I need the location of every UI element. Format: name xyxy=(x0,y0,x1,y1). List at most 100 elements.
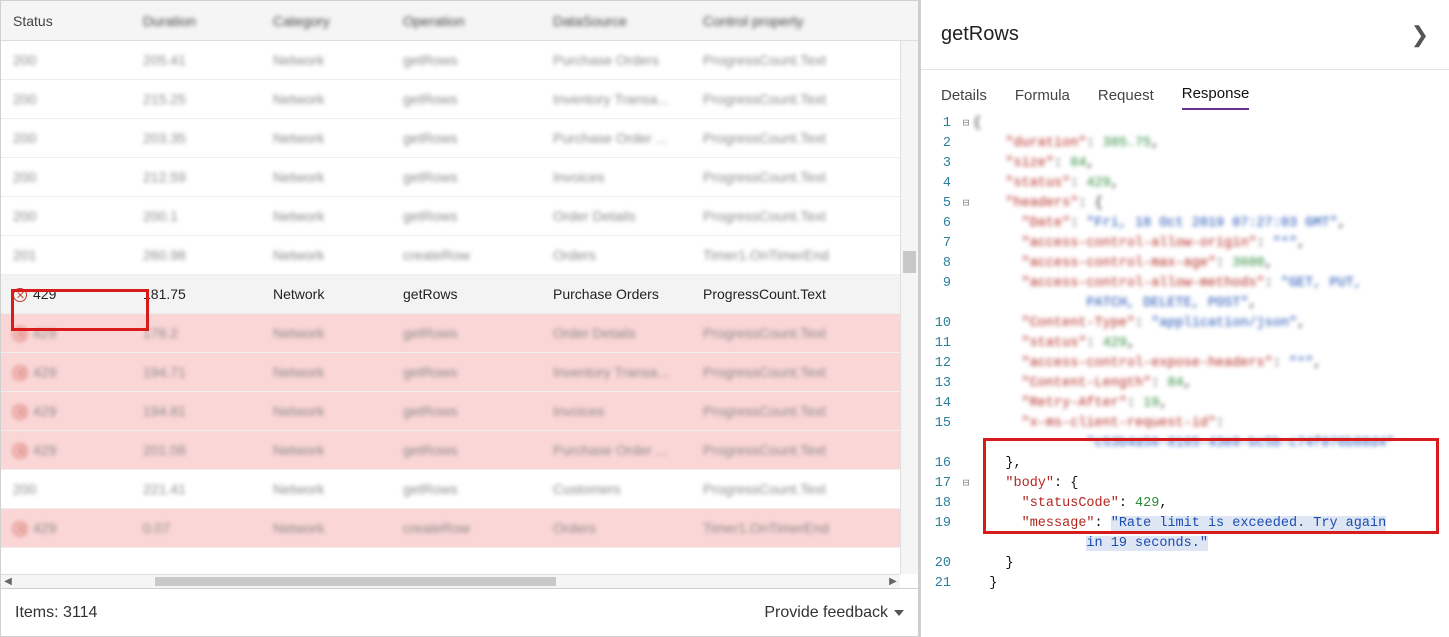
cell-control: ProgressCount.Text xyxy=(691,130,891,146)
table-row[interactable]: 201260.98NetworkcreateRowOrdersTimer1.On… xyxy=(1,236,918,275)
cell-status: 200 xyxy=(1,52,131,68)
cell-duration: 201.08 xyxy=(131,442,261,458)
response-code[interactable]: 1⊟{ 2 "duration": 385.75, 3 "size": 84, … xyxy=(921,110,1449,637)
cell-duration: 178.2 xyxy=(131,325,261,341)
feedback-label: Provide feedback xyxy=(764,604,888,622)
col-datasource[interactable]: DataSource xyxy=(541,13,691,29)
table-row[interactable]: 4290.07NetworkcreateRowOrdersTimer1.OnTi… xyxy=(1,509,918,548)
provide-feedback-button[interactable]: Provide feedback xyxy=(764,604,904,622)
h-scrollbar-thumb[interactable] xyxy=(155,577,556,586)
tab-response[interactable]: Response xyxy=(1182,85,1250,110)
cell-datasource: Invoices xyxy=(541,169,691,185)
details-pane: getRows ❯ Details Formula Request Respon… xyxy=(920,0,1449,637)
cell-control: ProgressCount.Text xyxy=(691,169,891,185)
table-row[interactable]: 200221.41NetworkgetRowsCustomersProgress… xyxy=(1,470,918,509)
vertical-scrollbar[interactable] xyxy=(900,41,918,574)
table-row[interactable]: 429194.81NetworkgetRowsInvoicesProgressC… xyxy=(1,392,918,431)
cell-category: Network xyxy=(261,403,391,419)
cell-status: 429 xyxy=(1,286,131,302)
cell-status: 200 xyxy=(1,169,131,185)
cell-status: 200 xyxy=(1,91,131,107)
table-row[interactable]: 429201.08NetworkgetRowsPurchase Order ..… xyxy=(1,431,918,470)
cell-duration: 194.81 xyxy=(131,403,261,419)
cell-status: 429 xyxy=(1,325,131,341)
cell-operation: getRows xyxy=(391,208,541,224)
cell-duration: 0.07 xyxy=(131,520,261,536)
tab-details[interactable]: Details xyxy=(941,87,987,110)
cell-duration: 203.35 xyxy=(131,130,261,146)
cell-control: ProgressCount.Text xyxy=(691,208,891,224)
error-icon xyxy=(13,444,27,458)
cell-control: ProgressCount.Text xyxy=(691,481,891,497)
cell-control: Timer1.OnTimerEnd xyxy=(691,520,891,536)
cell-control: ProgressCount.Text xyxy=(691,52,891,68)
cell-category: Network xyxy=(261,169,391,185)
chevron-right-icon[interactable]: ❯ xyxy=(1411,22,1429,48)
cell-datasource: Order Details xyxy=(541,325,691,341)
tab-formula[interactable]: Formula xyxy=(1015,87,1070,110)
cell-status: 429 xyxy=(1,520,131,536)
cell-status: 429 xyxy=(1,403,131,419)
cell-status: 429 xyxy=(1,364,131,380)
col-control[interactable]: Control property xyxy=(691,13,891,29)
table-wrap: Status Duration Category Operation DataS… xyxy=(0,0,919,589)
detail-header: getRows ❯ xyxy=(921,0,1449,70)
cell-category: Network xyxy=(261,442,391,458)
table-row[interactable]: 200212.59NetworkgetRowsInvoicesProgressC… xyxy=(1,158,918,197)
cell-operation: getRows xyxy=(391,130,541,146)
items-count: Items: 3114 xyxy=(15,604,97,622)
error-icon xyxy=(13,405,27,419)
cell-category: Network xyxy=(261,481,391,497)
cell-control: ProgressCount.Text xyxy=(691,364,891,380)
cell-operation: getRows xyxy=(391,481,541,497)
cell-operation: getRows xyxy=(391,325,541,341)
scroll-right-icon[interactable]: ▶ xyxy=(886,576,900,587)
cell-duration: 260.98 xyxy=(131,247,261,263)
cell-operation: createRow xyxy=(391,520,541,536)
cell-status: 200 xyxy=(1,208,131,224)
cell-operation: getRows xyxy=(391,286,541,302)
cell-datasource: Purchase Order ... xyxy=(541,442,691,458)
table-rows: 200205.41NetworkgetRowsPurchase OrdersPr… xyxy=(1,41,918,548)
cell-control: ProgressCount.Text xyxy=(691,91,891,107)
table-row[interactable]: 200215.25NetworkgetRowsInventory Transa.… xyxy=(1,80,918,119)
col-status[interactable]: Status xyxy=(1,13,131,29)
cell-operation: getRows xyxy=(391,403,541,419)
table-row[interactable]: 429178.2NetworkgetRowsOrder DetailsProgr… xyxy=(1,314,918,353)
cell-duration: 215.25 xyxy=(131,91,261,107)
table-footer: Items: 3114 Provide feedback xyxy=(0,589,919,637)
table-row[interactable]: 429194.71NetworkgetRowsInventory Transa.… xyxy=(1,353,918,392)
col-operation[interactable]: Operation xyxy=(391,13,541,29)
chevron-down-icon xyxy=(894,610,904,616)
network-table-pane: Status Duration Category Operation DataS… xyxy=(0,0,920,637)
cell-duration: 205.41 xyxy=(131,52,261,68)
cell-datasource: Invoices xyxy=(541,403,691,419)
cell-operation: getRows xyxy=(391,52,541,68)
cell-datasource: Orders xyxy=(541,520,691,536)
tab-request[interactable]: Request xyxy=(1098,87,1154,110)
error-icon xyxy=(13,327,27,341)
cell-operation: getRows xyxy=(391,364,541,380)
cell-category: Network xyxy=(261,325,391,341)
cell-datasource: Purchase Orders xyxy=(541,52,691,68)
scroll-left-icon[interactable]: ◀ xyxy=(1,576,15,587)
cell-category: Network xyxy=(261,286,391,302)
cell-status: 429 xyxy=(1,442,131,458)
cell-category: Network xyxy=(261,520,391,536)
cell-category: Network xyxy=(261,208,391,224)
col-duration[interactable]: Duration xyxy=(131,13,261,29)
cell-control: ProgressCount.Text xyxy=(691,325,891,341)
horizontal-scrollbar[interactable]: ◀ ▶ xyxy=(1,574,900,588)
table-header: Status Duration Category Operation DataS… xyxy=(1,1,918,41)
table-row[interactable]: 200200.1NetworkgetRowsOrder DetailsProgr… xyxy=(1,197,918,236)
cell-control: ProgressCount.Text xyxy=(691,442,891,458)
cell-operation: createRow xyxy=(391,247,541,263)
col-category[interactable]: Category xyxy=(261,13,391,29)
table-row[interactable]: 429181.75NetworkgetRowsPurchase OrdersPr… xyxy=(1,275,918,314)
cell-control: ProgressCount.Text xyxy=(691,403,891,419)
table-row[interactable]: 200203.35NetworkgetRowsPurchase Order ..… xyxy=(1,119,918,158)
table-row[interactable]: 200205.41NetworkgetRowsPurchase OrdersPr… xyxy=(1,41,918,80)
v-scrollbar-thumb[interactable] xyxy=(903,251,916,273)
cell-datasource: Purchase Orders xyxy=(541,286,691,302)
cell-status: 201 xyxy=(1,247,131,263)
